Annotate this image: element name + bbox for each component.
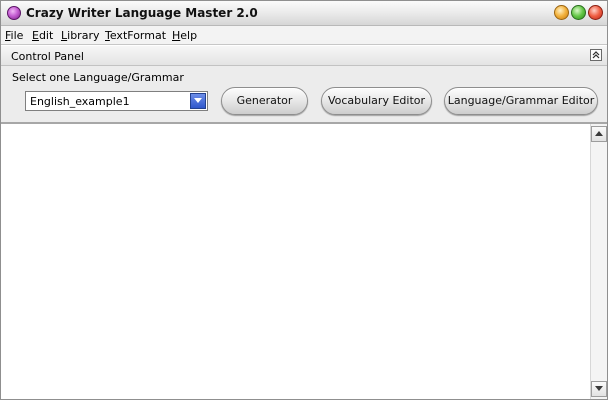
control-panel-title: Control Panel bbox=[11, 50, 84, 63]
output-text-area[interactable] bbox=[1, 124, 590, 399]
menu-bar: File Edit Library TextFormat Help bbox=[1, 26, 607, 45]
grammar-dropdown-button[interactable] bbox=[190, 93, 206, 109]
vocabulary-editor-button[interactable]: Vocabulary Editor bbox=[321, 87, 432, 115]
title-bar[interactable]: Crazy Writer Language Master 2.0 bbox=[1, 1, 607, 26]
minimize-icon[interactable] bbox=[554, 5, 569, 20]
menu-textformat[interactable]: TextFormat bbox=[105, 29, 166, 42]
app-window: Crazy Writer Language Master 2.0 File Ed… bbox=[0, 0, 608, 400]
generator-button[interactable]: Generator bbox=[221, 87, 308, 115]
grammar-editor-button[interactable]: Language/Grammar Editor bbox=[444, 87, 598, 115]
vertical-scrollbar[interactable] bbox=[590, 124, 607, 399]
chevron-down-icon bbox=[194, 98, 202, 103]
grammar-select-label: Select one Language/Grammar bbox=[12, 71, 184, 84]
app-icon[interactable] bbox=[7, 6, 21, 20]
collapse-up-icon bbox=[592, 51, 600, 59]
maximize-icon[interactable] bbox=[571, 5, 586, 20]
close-icon[interactable] bbox=[588, 5, 603, 20]
menu-file[interactable]: File bbox=[5, 29, 23, 42]
menu-help[interactable]: Help bbox=[172, 29, 197, 42]
arrow-down-icon bbox=[595, 386, 603, 391]
menu-library[interactable]: Library bbox=[61, 29, 99, 42]
collapse-button[interactable] bbox=[590, 49, 602, 61]
control-panel-header: Control Panel bbox=[1, 46, 607, 66]
control-panel: Control Panel Select one Language/Gramma… bbox=[1, 46, 607, 124]
menu-edit[interactable]: Edit bbox=[32, 29, 53, 42]
grammar-select[interactable]: English_example1 bbox=[25, 91, 208, 111]
arrow-up-icon bbox=[595, 131, 603, 136]
scroll-down-button[interactable] bbox=[591, 381, 607, 397]
window-title: Crazy Writer Language Master 2.0 bbox=[26, 6, 258, 20]
grammar-select-value: English_example1 bbox=[30, 95, 130, 108]
scroll-up-button[interactable] bbox=[591, 126, 607, 142]
